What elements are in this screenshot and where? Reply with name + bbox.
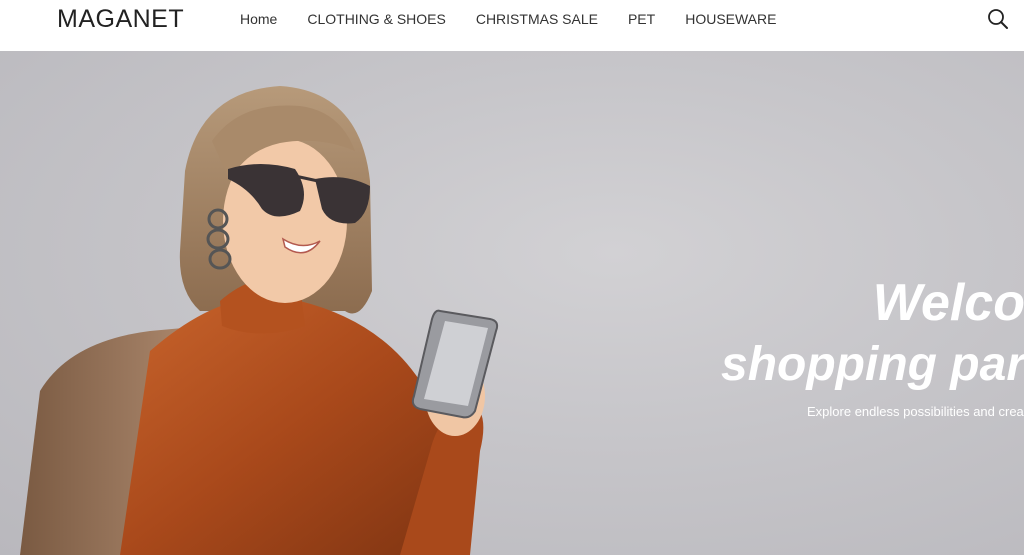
main-nav: Home CLOTHING & SHOES CHRISTMAS SALE PET… [240,11,806,27]
nav-item-christmas-sale[interactable]: CHRISTMAS SALE [476,11,598,27]
hero-model-image [20,86,499,555]
site-header: MAGANET Home CLOTHING & SHOES CHRISTMAS … [0,0,1024,51]
hero-banner: Welco shopping par Explore endless possi… [0,51,1024,555]
search-icon[interactable] [986,7,1010,31]
hero-title-line-2: shopping par [721,338,1024,391]
nav-item-clothing-shoes[interactable]: CLOTHING & SHOES [307,11,445,27]
site-logo[interactable]: MAGANET [57,5,184,34]
hero-subtitle: Explore endless possibilities and crea [807,404,1024,419]
nav-item-houseware[interactable]: HOUSEWARE [685,11,776,27]
nav-item-home[interactable]: Home [240,11,277,27]
nav-item-pet[interactable]: PET [628,11,655,27]
hero-title-line-1: Welco [872,274,1024,332]
